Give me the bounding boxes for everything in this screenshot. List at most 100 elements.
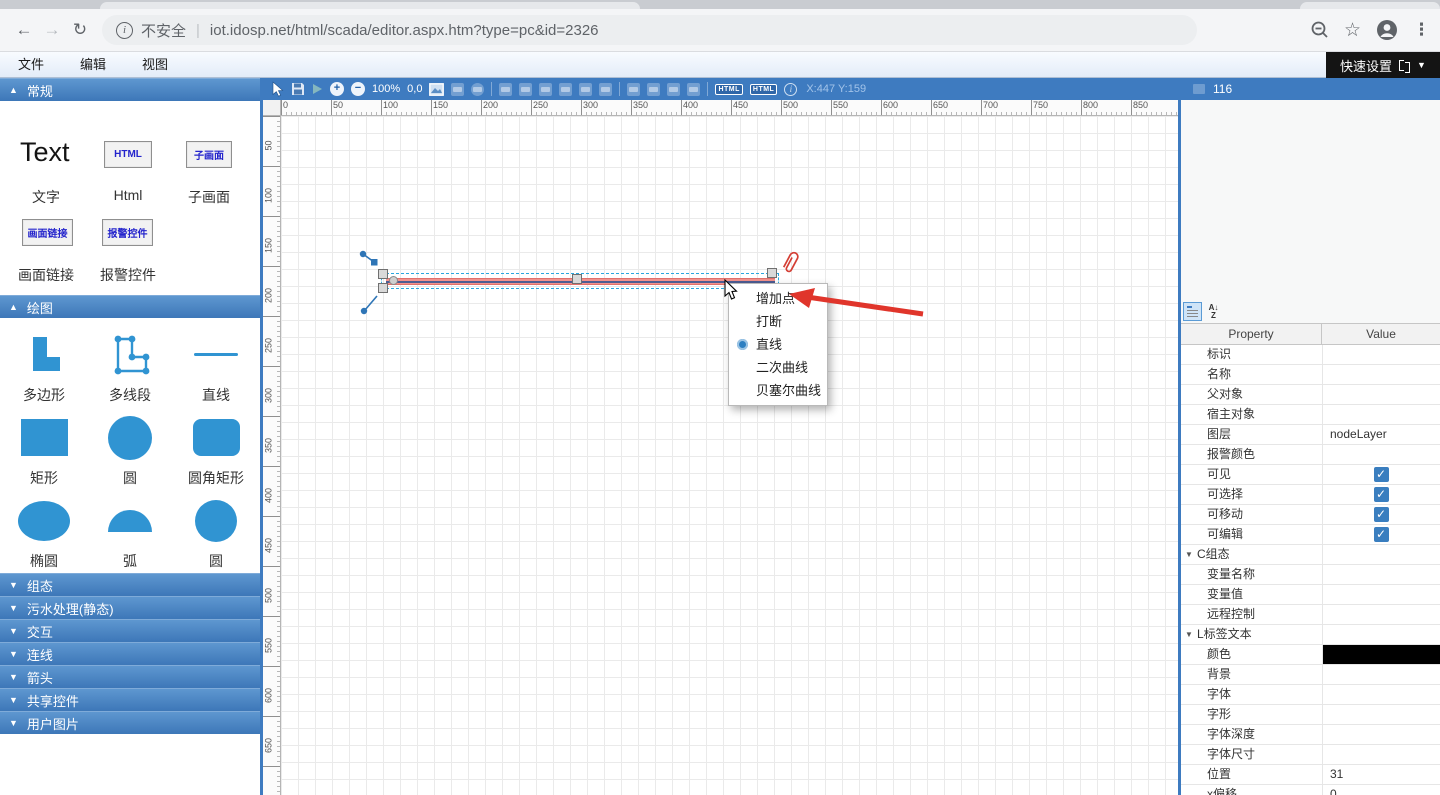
property-value[interactable] <box>1322 745 1440 764</box>
property-row[interactable]: 字形 <box>1181 705 1440 725</box>
property-value[interactable] <box>1322 665 1440 684</box>
html-export-button[interactable]: HTML <box>750 84 777 95</box>
run-icon[interactable] <box>312 83 323 95</box>
polyline-tool[interactable]: 多线段 <box>87 324 173 407</box>
property-value[interactable]: 0 <box>1322 785 1440 795</box>
context-menu-item-2[interactable]: 直线 <box>729 333 827 356</box>
property-row[interactable]: 图层nodeLayer <box>1181 425 1440 445</box>
reload-icon[interactable]: ↻ <box>66 20 94 40</box>
arc-tool[interactable]: 弧 <box>87 490 173 573</box>
menu-file[interactable]: 文件 <box>0 52 62 77</box>
property-row[interactable]: 颜色 <box>1181 645 1440 665</box>
menu-edit[interactable]: 编辑 <box>62 52 124 77</box>
property-value[interactable] <box>1322 645 1440 664</box>
info-icon[interactable]: i <box>784 83 797 96</box>
property-row[interactable]: 标识 <box>1181 345 1440 365</box>
palette-section-collapsed-2[interactable]: ▼交互 <box>0 619 260 642</box>
property-value[interactable]: 31 <box>1322 765 1440 784</box>
distribute-v-icon[interactable] <box>687 83 700 96</box>
align-bottom-icon[interactable] <box>599 83 612 96</box>
polygon-tool[interactable]: 多边形 <box>1 324 87 407</box>
property-value[interactable]: ✓ <box>1322 485 1440 504</box>
html-tool[interactable]: HTML <box>104 141 152 168</box>
property-value[interactable] <box>1322 345 1440 364</box>
palette-section-collapsed-4[interactable]: ▼箭头 <box>0 665 260 688</box>
checkbox-checked-icon[interactable]: ✓ <box>1374 487 1389 502</box>
text-tool[interactable]: Text <box>20 137 70 168</box>
forward-icon[interactable]: → <box>38 20 66 40</box>
property-row[interactable]: 位置31 <box>1181 765 1440 785</box>
checkbox-checked-icon[interactable]: ✓ <box>1374 467 1389 482</box>
property-value[interactable] <box>1322 705 1440 724</box>
pointer-tool-icon[interactable] <box>271 81 284 97</box>
property-row[interactable]: 背景 <box>1181 665 1440 685</box>
page-info-icon[interactable]: i <box>116 22 133 39</box>
browser-zoom-icon[interactable] <box>1310 20 1330 40</box>
property-row[interactable]: 字体尺寸 <box>1181 745 1440 765</box>
property-value[interactable]: nodeLayer <box>1322 425 1440 444</box>
property-section-row[interactable]: ▼L标签文本 <box>1181 625 1440 645</box>
property-value[interactable]: ✓ <box>1322 505 1440 524</box>
line-tool[interactable]: 直线 <box>173 324 259 407</box>
group-icon[interactable] <box>451 83 464 96</box>
save-icon[interactable] <box>291 82 305 96</box>
zoom-in-icon[interactable]: + <box>330 82 344 96</box>
back-icon[interactable]: ← <box>10 20 38 40</box>
distribute-h-icon[interactable] <box>667 83 680 96</box>
rotate-icon[interactable] <box>471 83 484 96</box>
endpoint-handle[interactable] <box>389 276 398 285</box>
zoom-out-icon[interactable]: − <box>351 82 365 96</box>
same-width-icon[interactable] <box>627 83 640 96</box>
property-row[interactable]: 可编辑✓ <box>1181 525 1440 545</box>
property-value[interactable]: ✓ <box>1322 525 1440 544</box>
browser-tab[interactable] <box>100 2 640 9</box>
property-value[interactable] <box>1322 385 1440 404</box>
palette-section-collapsed-6[interactable]: ▼用户图片 <box>0 711 260 734</box>
property-value[interactable] <box>1322 405 1440 424</box>
property-row[interactable]: x偏移0 <box>1181 785 1440 795</box>
property-row[interactable]: 宿主对象 <box>1181 405 1440 425</box>
address-bar[interactable]: i 不安全 | iot.idosp.net/html/scada/editor.… <box>102 15 1197 45</box>
midpoint-handle[interactable] <box>572 274 582 284</box>
same-height-icon[interactable] <box>647 83 660 96</box>
property-value[interactable] <box>1322 685 1440 704</box>
palette-section-collapsed-1[interactable]: ▼污水处理(静态) <box>0 596 260 619</box>
property-row[interactable]: 名称 <box>1181 365 1440 385</box>
snapshot-icon[interactable] <box>429 83 444 96</box>
property-value[interactable]: ✓ <box>1322 465 1440 484</box>
palette-section-collapsed-5[interactable]: ▼共享控件 <box>0 688 260 711</box>
rect-tool[interactable]: 矩形 <box>1 407 87 490</box>
property-value[interactable] <box>1322 625 1440 644</box>
rounded-rect-tool[interactable]: 圆角矩形 <box>173 407 259 490</box>
property-section-row[interactable]: ▼C组态 <box>1181 545 1440 565</box>
color-swatch[interactable] <box>1323 645 1440 664</box>
property-value[interactable] <box>1322 545 1440 564</box>
property-value[interactable] <box>1322 605 1440 624</box>
property-row[interactable]: 可移动✓ <box>1181 505 1440 525</box>
checkbox-checked-icon[interactable]: ✓ <box>1374 507 1389 522</box>
property-row[interactable]: 远程控制 <box>1181 605 1440 625</box>
property-value[interactable] <box>1322 725 1440 744</box>
context-menu-item-3[interactable]: 二次曲线 <box>729 356 827 379</box>
subscreen-tool[interactable]: 子画面 <box>186 141 232 168</box>
align-center-icon[interactable] <box>519 83 532 96</box>
palette-section-draw[interactable]: ▲ 绘图 <box>0 295 260 318</box>
property-row[interactable]: 报警颜色 <box>1181 445 1440 465</box>
context-menu-item-4[interactable]: 贝塞尔曲线 <box>729 379 827 402</box>
property-row[interactable]: 字体深度 <box>1181 725 1440 745</box>
checkbox-checked-icon[interactable]: ✓ <box>1374 527 1389 542</box>
property-row[interactable]: 字体 <box>1181 685 1440 705</box>
property-row[interactable]: 可选择✓ <box>1181 485 1440 505</box>
bookmark-star-icon[interactable]: ☆ <box>1344 19 1361 42</box>
palette-section-general[interactable]: ▲ 常规 <box>0 78 260 101</box>
resize-handle[interactable] <box>767 268 777 278</box>
align-left-icon[interactable] <box>499 83 512 96</box>
circle2-tool[interactable]: 圆 <box>173 490 259 573</box>
quick-settings-button[interactable]: 快速设置 ▼ <box>1326 52 1440 78</box>
property-row[interactable]: 父对象 <box>1181 385 1440 405</box>
property-row[interactable]: 可见✓ <box>1181 465 1440 485</box>
profile-avatar-icon[interactable] <box>1375 18 1399 42</box>
property-value[interactable] <box>1322 565 1440 584</box>
palette-section-collapsed-0[interactable]: ▼组态 <box>0 573 260 596</box>
menu-view[interactable]: 视图 <box>124 52 186 77</box>
